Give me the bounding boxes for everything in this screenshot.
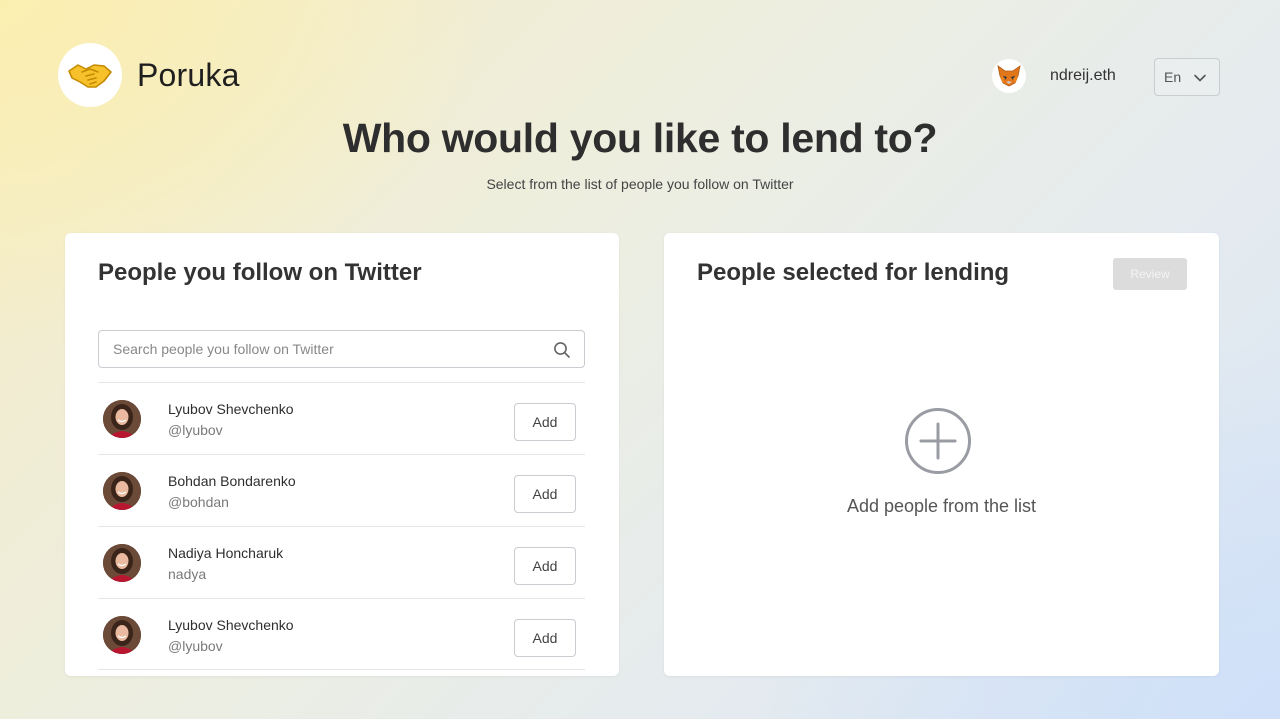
account-menu[interactable]: ndreij.eth	[992, 59, 1116, 93]
person-handle: @lyubov	[168, 638, 223, 654]
following-panel: People you follow on Twitter Lyubov Shev…	[65, 233, 619, 676]
brand-logo[interactable]: Poruka	[58, 43, 240, 107]
avatar	[103, 400, 141, 438]
add-button[interactable]: Add	[514, 403, 576, 441]
list-item: Lyubov Shevchenko @lyubov Add	[98, 382, 585, 454]
list-item: Bohdan Bondarenko @bohdan Add	[98, 454, 585, 526]
people-list: Lyubov Shevchenko @lyubov Add Bohdan Bon…	[98, 382, 585, 670]
language-select[interactable]: En	[1154, 58, 1220, 96]
page-title: Who would you like to lend to?	[342, 115, 938, 161]
empty-state-text: Add people from the list	[846, 496, 1037, 516]
person-name: Lyubov Shevchenko	[168, 401, 294, 417]
avatar	[103, 544, 141, 582]
following-panel-title: People you follow on Twitter	[98, 259, 422, 286]
person-name: Bohdan Bondarenko	[168, 473, 296, 489]
fox-icon	[997, 65, 1021, 87]
search-input[interactable]	[99, 331, 529, 367]
selected-panel-title: People selected for lending	[697, 259, 1010, 286]
list-item: Nadiya Honcharuk nadya Add	[98, 526, 585, 598]
person-handle: @bohdan	[168, 494, 229, 510]
logo-badge	[58, 43, 122, 107]
brand-name: Poruka	[137, 56, 240, 93]
person-name: Nadiya Honcharuk	[168, 545, 284, 561]
handshake-icon	[68, 64, 112, 88]
person-handle: @lyubov	[168, 422, 223, 438]
page-subtitle: Select from the list of people you follo…	[486, 176, 794, 192]
list-item: Lyubov Shevchenko @lyubov Add	[98, 598, 585, 670]
add-button[interactable]: Add	[514, 547, 576, 585]
avatar	[103, 472, 141, 510]
chevron-down-icon	[1194, 74, 1206, 82]
account-name: ndreij.eth	[1050, 67, 1116, 84]
add-circle-icon[interactable]	[904, 407, 972, 475]
person-name: Lyubov Shevchenko	[168, 617, 294, 633]
avatar	[103, 616, 141, 654]
person-handle: nadya	[168, 566, 207, 582]
add-button[interactable]: Add	[514, 475, 576, 513]
selected-panel: People selected for lending Review Add p…	[664, 233, 1219, 676]
language-value: En	[1164, 69, 1182, 85]
search-icon[interactable]	[553, 341, 571, 359]
search-field[interactable]	[98, 330, 585, 368]
account-avatar	[992, 59, 1026, 93]
review-button[interactable]: Review	[1113, 258, 1187, 290]
add-button[interactable]: Add	[514, 619, 576, 657]
